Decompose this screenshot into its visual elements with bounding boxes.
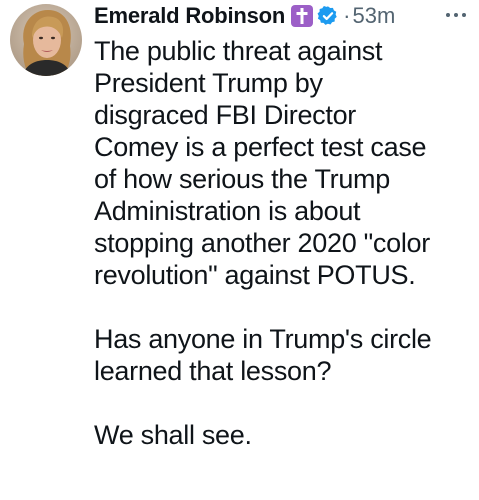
tweet-content: Emerald Robinson · 53m The public threat… xyxy=(94,0,473,483)
tweet-paragraph: Has anyone in Trump's circle learned tha… xyxy=(94,324,432,386)
timestamp[interactable]: 53m xyxy=(353,3,396,29)
tweet-paragraph: The public threat against President Trum… xyxy=(94,36,430,290)
tweet-header: Emerald Robinson · 53m xyxy=(94,0,473,32)
author-name[interactable]: Emerald Robinson xyxy=(94,3,285,29)
avatar-image xyxy=(10,4,82,76)
avatar[interactable] xyxy=(10,4,82,76)
tweet[interactable]: Emerald Robinson · 53m The public threat… xyxy=(0,0,479,500)
latin-cross-icon xyxy=(291,5,314,27)
verified-badge-icon[interactable] xyxy=(317,5,339,27)
more-options-icon[interactable] xyxy=(443,2,469,28)
separator-dot: · xyxy=(343,3,351,28)
tweet-text: The public threat against President Trum… xyxy=(94,35,473,451)
tweet-paragraph: We shall see. xyxy=(94,420,252,450)
